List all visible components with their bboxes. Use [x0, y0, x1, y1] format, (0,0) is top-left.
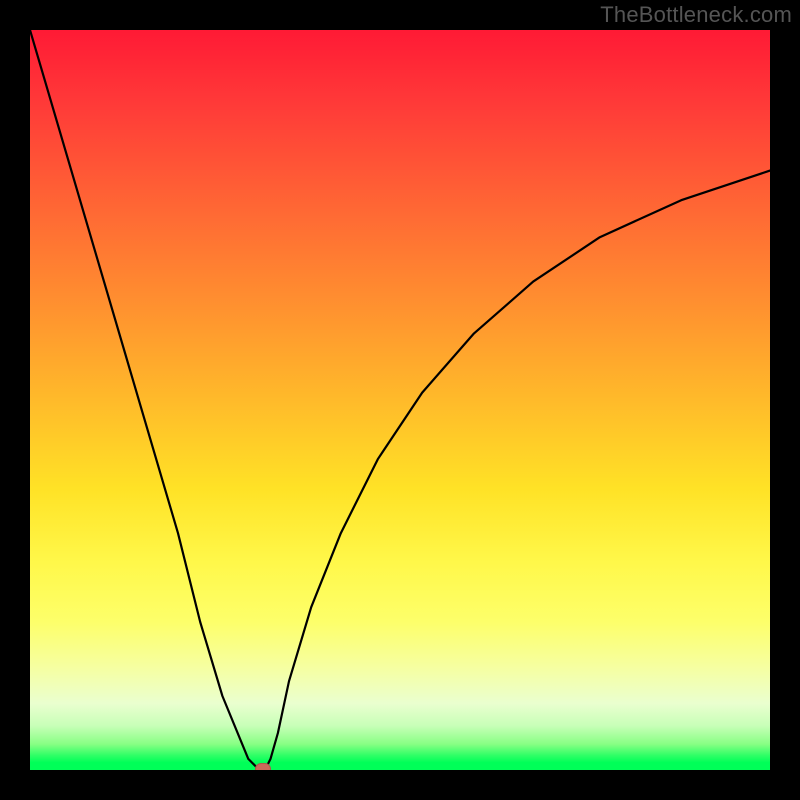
plot-area — [30, 30, 770, 770]
chart-frame: TheBottleneck.com — [0, 0, 800, 800]
watermark-text: TheBottleneck.com — [600, 2, 792, 28]
bottleneck-curve — [30, 30, 770, 770]
optimum-marker — [255, 763, 271, 770]
